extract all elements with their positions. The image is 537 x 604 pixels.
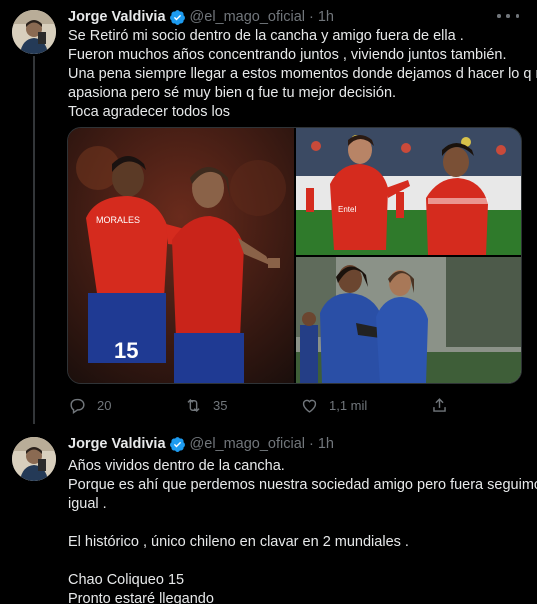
tweet-line: igual .: [68, 496, 107, 512]
tweet-2[interactable]: Jorge Valdivia @el_mago_oficial · 1h Año…: [0, 424, 537, 604]
like-button[interactable]: 1,1 mil: [300, 396, 367, 415]
tweet-1[interactable]: Jorge Valdivia @el_mago_oficial · 1h Se …: [0, 0, 537, 424]
tweet-line: Pronto estaré llegando: [68, 591, 214, 604]
tweet-time[interactable]: 1h: [318, 9, 334, 25]
like-icon: [302, 399, 317, 413]
photo-blue-jackets[interactable]: [296, 257, 521, 383]
retweet-count: 35: [213, 398, 228, 413]
reply-icon: [70, 398, 85, 414]
avatar[interactable]: [12, 10, 56, 54]
tweet-line: Fueron muchos años concentrando juntos ,…: [68, 47, 507, 63]
thread-line: [33, 56, 35, 424]
tweet-text: Se Retiró mi socio dentro de la cancha y…: [68, 27, 537, 122]
tweet-line: Años vividos dentro de la cancha.: [68, 458, 285, 474]
tweet-line: Porque es ahí que perdemos nuestra socie…: [68, 477, 537, 493]
reply-count: 20: [97, 398, 112, 413]
tweet-text: Años vividos dentro de la cancha. Porque…: [68, 457, 537, 604]
retweet-button[interactable]: 35: [184, 396, 227, 415]
separator-dot: ·: [309, 9, 314, 25]
tweet-line: apasiona pero sé muy bien q fue tu mejor…: [68, 85, 397, 101]
author-handle[interactable]: @el_mago_oficial: [190, 9, 305, 25]
tweet-line: Se Retiró mi socio dentro de la cancha y…: [68, 28, 464, 44]
author-handle[interactable]: @el_mago_oficial: [190, 436, 305, 452]
retweet-icon: [187, 398, 200, 413]
share-button[interactable]: [430, 396, 449, 415]
tweet-actions: 20 35 1,1 mil: [68, 396, 458, 416]
avatar[interactable]: [12, 437, 56, 481]
author-name[interactable]: Jorge Valdivia: [68, 9, 166, 25]
author-name[interactable]: Jorge Valdivia: [68, 436, 166, 452]
tweet-header: Jorge Valdivia @el_mago_oficial · 1h: [68, 7, 334, 27]
jersey-name: MORALES: [96, 215, 140, 225]
verified-icon: [169, 436, 185, 452]
tweet-line: El histórico , único chileno en clavar e…: [68, 534, 409, 550]
shirt-sponsor: Entel: [338, 205, 356, 214]
photo-players-celebrating[interactable]: 15 MORALES: [68, 128, 294, 383]
jersey-number: 15: [114, 338, 138, 363]
tweet-line: [68, 552, 524, 571]
verified-icon: [169, 9, 185, 25]
more-icon[interactable]: [497, 9, 519, 23]
tweet-line: [68, 514, 524, 533]
tweet-line: Una pena siempre llegar a estos momentos…: [68, 66, 537, 82]
tweet-media-grid: 15 MORALES Entel: [67, 127, 522, 384]
photo-training-laughing[interactable]: Entel: [296, 128, 521, 255]
tweet-line: Toca agradecer todos los: [68, 104, 231, 120]
separator-dot: ·: [309, 436, 314, 452]
share-icon: [433, 398, 446, 412]
like-count: 1,1 mil: [329, 398, 368, 413]
tweet-time[interactable]: 1h: [318, 436, 334, 452]
reply-button[interactable]: 20: [68, 396, 111, 415]
tweet-header: Jorge Valdivia @el_mago_oficial · 1h: [68, 434, 334, 454]
tweet-line: Chao Coliqueo 15: [68, 572, 185, 588]
